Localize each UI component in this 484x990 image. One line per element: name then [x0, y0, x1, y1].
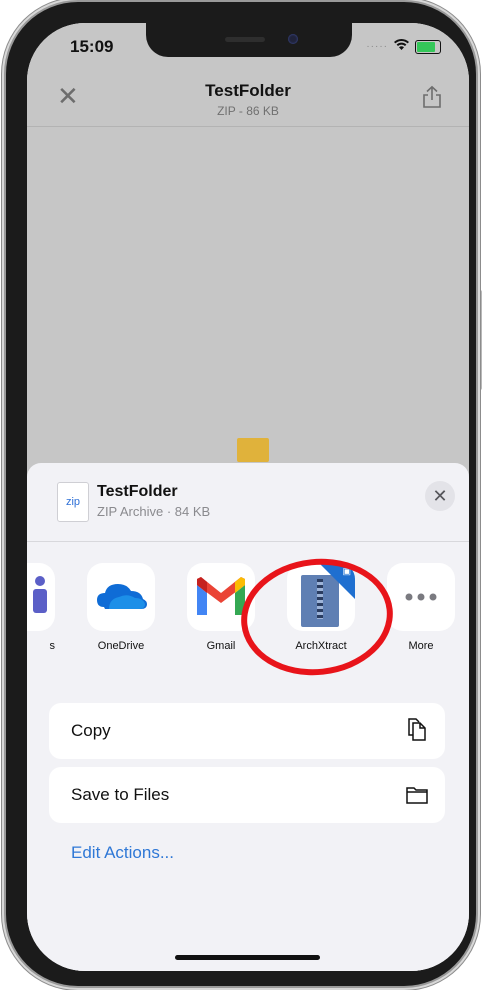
- save-to-files-label: Save to Files: [71, 785, 170, 804]
- app-label: s: [49, 640, 56, 652]
- sheet-close-button[interactable]: ✕: [425, 481, 455, 511]
- screen: 15:09 ····· ✕ TestFolder ZIP - 86 KB zip: [27, 23, 469, 971]
- file-name: TestFolder: [97, 483, 178, 500]
- home-indicator[interactable]: [175, 955, 320, 960]
- share-icon[interactable]: [421, 85, 443, 109]
- file-type-label: zip: [65, 496, 81, 508]
- wifi-icon: [393, 38, 410, 55]
- phone-frame: 15:09 ····· ✕ TestFolder ZIP - 86 KB zip: [6, 2, 476, 986]
- signal-dots-icon: ·····: [366, 41, 388, 52]
- folder-icon: [406, 787, 428, 804]
- teams-icon: [27, 563, 55, 631]
- more-icon: [387, 563, 455, 631]
- file-thumbnail: zip: [57, 482, 89, 522]
- app-teams[interactable]: s: [27, 563, 55, 652]
- preview-subtitle: ZIP - 86 KB: [217, 104, 279, 118]
- notch: [146, 23, 352, 57]
- power-button: [478, 290, 482, 390]
- front-camera: [288, 34, 298, 44]
- preview-nav-bar: ✕ TestFolder ZIP - 86 KB: [27, 73, 469, 127]
- app-label: More: [408, 640, 434, 652]
- copy-label: Copy: [71, 721, 111, 740]
- app-label: Gmail: [206, 640, 236, 652]
- copy-action[interactable]: Copy: [49, 703, 445, 759]
- app-onedrive[interactable]: OneDrive: [87, 563, 155, 652]
- copy-icon: [408, 718, 426, 741]
- app-label: OneDrive: [97, 640, 145, 652]
- status-time: 15:09: [70, 37, 114, 56]
- edit-actions-link[interactable]: Edit Actions...: [71, 843, 174, 863]
- onedrive-icon: [87, 563, 155, 631]
- status-icons: ·····: [366, 38, 441, 55]
- app-more[interactable]: More: [387, 563, 455, 652]
- zip-file-icon: [237, 438, 269, 462]
- share-sheet: zip TestFolder ZIP Archive · 84 KB ✕ s O…: [27, 463, 469, 971]
- file-meta: ZIP Archive · 84 KB: [97, 504, 211, 519]
- save-to-files-action[interactable]: Save to Files: [49, 767, 445, 823]
- share-sheet-header: zip TestFolder ZIP Archive · 84 KB ✕: [27, 463, 469, 542]
- speaker: [225, 37, 265, 42]
- battery-icon: [415, 39, 441, 54]
- preview-title: TestFolder: [205, 81, 291, 100]
